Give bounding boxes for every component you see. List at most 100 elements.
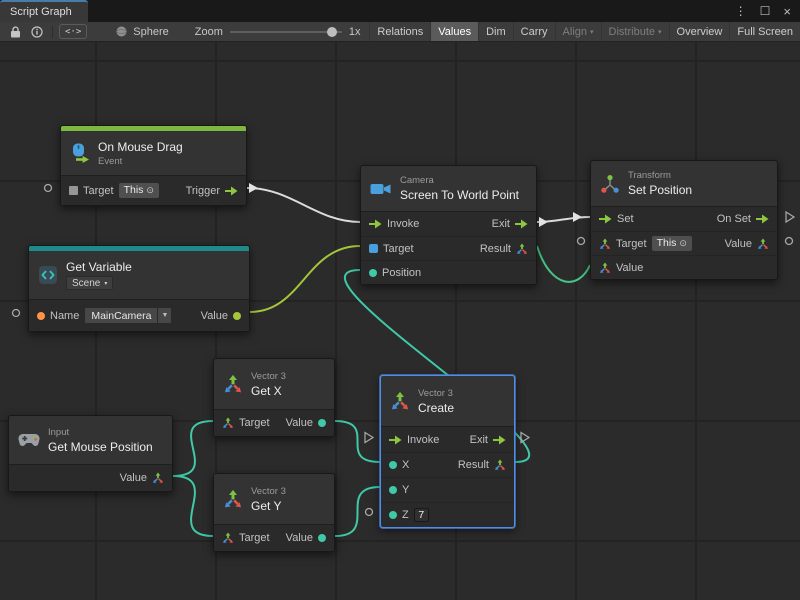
control-input-icon[interactable]	[389, 435, 402, 445]
target-port-label: Target	[83, 185, 114, 197]
value-port-label: Value	[286, 417, 313, 429]
transform-port-icon[interactable]	[599, 238, 611, 250]
graph-context[interactable]: Sphere	[115, 25, 168, 38]
node-category: Transform	[628, 170, 692, 181]
target-port-label: Target	[616, 238, 647, 250]
node-get-variable[interactable]: Get Variable Scene ▾ Name MainCamera ▼ V…	[28, 245, 250, 332]
variable-name-dropdown[interactable]: MainCamera ▼	[84, 307, 172, 324]
node-title: Get Variable	[66, 260, 132, 274]
z-port-label: Z	[402, 509, 409, 521]
node-on-mouse-drag[interactable]: On Mouse Drag Event Target This ⊙ Trigge…	[60, 125, 247, 206]
vector3-port-icon[interactable]	[757, 238, 769, 250]
value-output-label: Value	[725, 238, 752, 250]
invoke-port-label: Invoke	[407, 434, 439, 446]
graph-toolbar: <·> Sphere Zoom 1x Relations Values Dim …	[0, 22, 800, 42]
float-port-icon[interactable]	[318, 419, 326, 427]
vector3-port-icon[interactable]	[222, 417, 234, 429]
object-port-icon[interactable]	[233, 312, 241, 320]
exit-port-label: Exit	[492, 218, 510, 230]
transform-icon	[600, 174, 620, 194]
caret-down-icon: ▾	[590, 29, 594, 36]
control-input-icon[interactable]	[369, 219, 382, 229]
name-port-label: Name	[50, 310, 79, 322]
float-port-icon[interactable]	[389, 461, 397, 469]
node-category: Input	[48, 427, 153, 438]
align-button[interactable]: Align ▾	[555, 22, 601, 41]
z-value-field[interactable]: 7	[414, 508, 429, 522]
zoom-label: Zoom	[195, 26, 223, 38]
dim-button[interactable]: Dim	[478, 22, 513, 41]
node-get-mouse-position[interactable]: Input Get Mouse Position Value	[8, 415, 173, 492]
zoom-slider-handle[interactable]	[327, 27, 337, 37]
node-category: Vector 3	[251, 371, 286, 382]
node-title: Screen To World Point	[400, 188, 519, 202]
lock-button[interactable]	[6, 24, 24, 40]
info-icon	[31, 26, 43, 38]
window-tab-bar: Script Graph ⋮ ☐ ×	[0, 0, 800, 22]
gamepad-icon	[18, 433, 40, 447]
gameobject-port-icon[interactable]	[69, 186, 78, 195]
camera-port-icon[interactable]	[369, 244, 378, 253]
on-set-port-label: On Set	[717, 213, 751, 225]
context-object-name: Sphere	[133, 26, 168, 38]
result-port-label: Result	[480, 243, 511, 255]
node-title: Create	[418, 401, 454, 415]
node-get-y[interactable]: Vector 3 Get Y Target Value	[213, 473, 335, 552]
node-get-x[interactable]: Vector 3 Get X Target Value	[213, 358, 335, 437]
vector3-port-icon[interactable]	[599, 262, 611, 274]
info-button[interactable]	[28, 24, 46, 40]
trigger-port-label: Trigger	[186, 185, 220, 197]
value-port-label: Value	[286, 532, 313, 544]
control-output-icon[interactable]	[515, 219, 528, 229]
maximize-icon[interactable]: ☐	[760, 5, 771, 17]
vector3-port-icon[interactable]	[516, 243, 528, 255]
lock-icon	[10, 26, 21, 38]
tab-script-graph[interactable]: Script Graph	[0, 0, 88, 22]
set-port-label: Set	[617, 213, 634, 225]
this-object-chip[interactable]: This ⊙	[119, 183, 159, 198]
carry-button[interactable]: Carry	[513, 22, 555, 41]
position-port-label: Position	[382, 267, 421, 279]
vector3-port-icon[interactable]	[152, 472, 164, 484]
vector3-port-icon[interactable]	[369, 269, 377, 277]
object-picker-icon[interactable]: ⊙	[679, 238, 687, 249]
result-port-label: Result	[458, 459, 489, 471]
node-set-position[interactable]: Transform Set Position Set On Set Target	[590, 160, 778, 280]
node-create-vector3[interactable]: Vector 3 Create Invoke Exit X Result	[380, 375, 515, 528]
float-port-icon[interactable]	[318, 534, 326, 542]
vector3-icon	[223, 374, 243, 394]
float-port-icon[interactable]	[389, 486, 397, 494]
node-category: Vector 3	[251, 486, 286, 497]
control-input-icon[interactable]	[599, 214, 612, 224]
node-screen-to-world-point[interactable]: Camera Screen To World Point Invoke Exit…	[360, 165, 537, 285]
zoom-value: 1x	[349, 26, 361, 38]
close-icon[interactable]: ×	[783, 5, 791, 18]
overview-button[interactable]: Overview	[669, 22, 730, 41]
string-port-icon[interactable]	[37, 312, 45, 320]
value-port-label: Value	[120, 472, 147, 484]
zoom-slider[interactable]	[230, 31, 342, 33]
fullscreen-button[interactable]: Full Screen	[729, 22, 800, 41]
vector3-icon	[223, 489, 243, 509]
control-output-icon[interactable]	[756, 214, 769, 224]
node-category: Camera	[400, 175, 519, 186]
control-output-icon[interactable]	[493, 435, 506, 445]
caret-down-icon: ▾	[658, 29, 662, 36]
control-output-icon[interactable]	[225, 186, 238, 196]
node-title: Get Y	[251, 499, 286, 513]
vector3-port-icon[interactable]	[494, 459, 506, 471]
code-view-button[interactable]: <·>	[59, 24, 87, 39]
target-port-label: Target	[239, 417, 270, 429]
values-button[interactable]: Values	[430, 22, 478, 41]
window-menu-icon[interactable]: ⋮	[735, 5, 747, 17]
this-object-chip[interactable]: This ⊙	[652, 236, 692, 251]
variable-scope-dropdown[interactable]: Scene ▾	[66, 276, 113, 290]
relations-button[interactable]: Relations	[369, 22, 430, 41]
float-port-icon[interactable]	[389, 511, 397, 519]
camera-icon	[370, 181, 392, 197]
vector3-port-icon[interactable]	[222, 532, 234, 544]
tab-title: Script Graph	[10, 6, 72, 18]
distribute-button[interactable]: Distribute ▾	[601, 22, 669, 41]
sphere-icon	[115, 25, 128, 38]
object-picker-icon[interactable]: ⊙	[146, 185, 154, 196]
